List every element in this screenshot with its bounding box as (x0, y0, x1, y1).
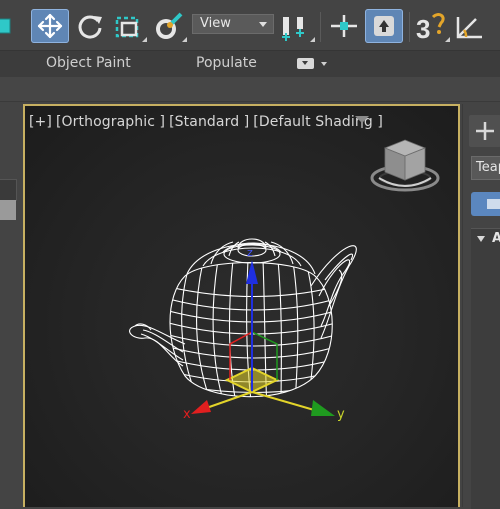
move-icon (37, 13, 63, 39)
rotate-button[interactable] (71, 9, 109, 43)
viewport-point-of-view-menu[interactable]: [Orthographic ] (56, 114, 165, 130)
svg-text:3: 3 (416, 14, 430, 43)
object-color-button[interactable] (471, 192, 500, 216)
ribbon-panel-strip (0, 77, 500, 102)
viewcube-icon[interactable] (369, 136, 441, 198)
viewport-standard-menu[interactable]: [Standard ] (169, 114, 249, 130)
scene-explorer-edge (0, 102, 22, 507)
scene-explorer-selected-row[interactable] (0, 200, 16, 220)
select-manipulate-button[interactable] (325, 9, 363, 43)
shortcut-override-icon (374, 16, 394, 36)
manipulate-icon (331, 15, 357, 37)
chevron-down-icon[interactable] (477, 236, 485, 242)
gizmo-x-label: x (183, 407, 191, 422)
chevron-down-icon[interactable] (321, 62, 327, 66)
chevron-down-icon (259, 22, 267, 27)
scene-explorer-field[interactable] (0, 179, 17, 201)
paint-selection-button[interactable] (150, 9, 188, 43)
angle-snap-icon (456, 17, 482, 39)
perspective-viewport[interactable]: [+] [Orthographic ] [Standard ] [Default Sh… (23, 104, 460, 507)
select-region-button[interactable] (110, 9, 148, 43)
reference-coordinate-dropdown[interactable]: View (192, 14, 274, 34)
keyboard-shortcut-override-button[interactable] (365, 9, 403, 43)
gizmo-y-label: y (337, 407, 345, 422)
rotate-icon (78, 15, 102, 39)
tab-object-paint[interactable]: Object Paint (46, 55, 131, 71)
object-name-field[interactable]: Teap (471, 156, 500, 180)
rollout-panel: A (471, 228, 500, 509)
rollout-title[interactable]: A (492, 231, 500, 246)
select-object-icon[interactable] (0, 9, 14, 43)
3d-snap-button[interactable]: 3 (413, 9, 451, 43)
pivot-center-button[interactable] (278, 9, 316, 43)
ribbon-display-toggle[interactable] (297, 58, 314, 69)
filter-icon[interactable] (354, 115, 370, 129)
select-and-move-button[interactable] (31, 9, 69, 43)
gizmo-z-label: z (247, 246, 253, 259)
create-tab[interactable] (469, 115, 500, 147)
teapot-wireframe[interactable]: z x y (125, 226, 365, 456)
command-panel: Teap A (462, 104, 500, 509)
view-dropdown-label: View (200, 16, 231, 31)
tab-populate[interactable]: Populate (196, 55, 257, 71)
main-toolbar: View 3 (0, 0, 500, 50)
viewport-menu-plus[interactable]: [+] (29, 114, 52, 130)
viewport-label: [+] [Orthographic ] [Standard ] [Default Sh… (29, 114, 387, 130)
angle-snap-button[interactable] (452, 9, 490, 43)
ribbon: Object Paint Populate (0, 50, 500, 77)
plus-icon (476, 122, 494, 140)
